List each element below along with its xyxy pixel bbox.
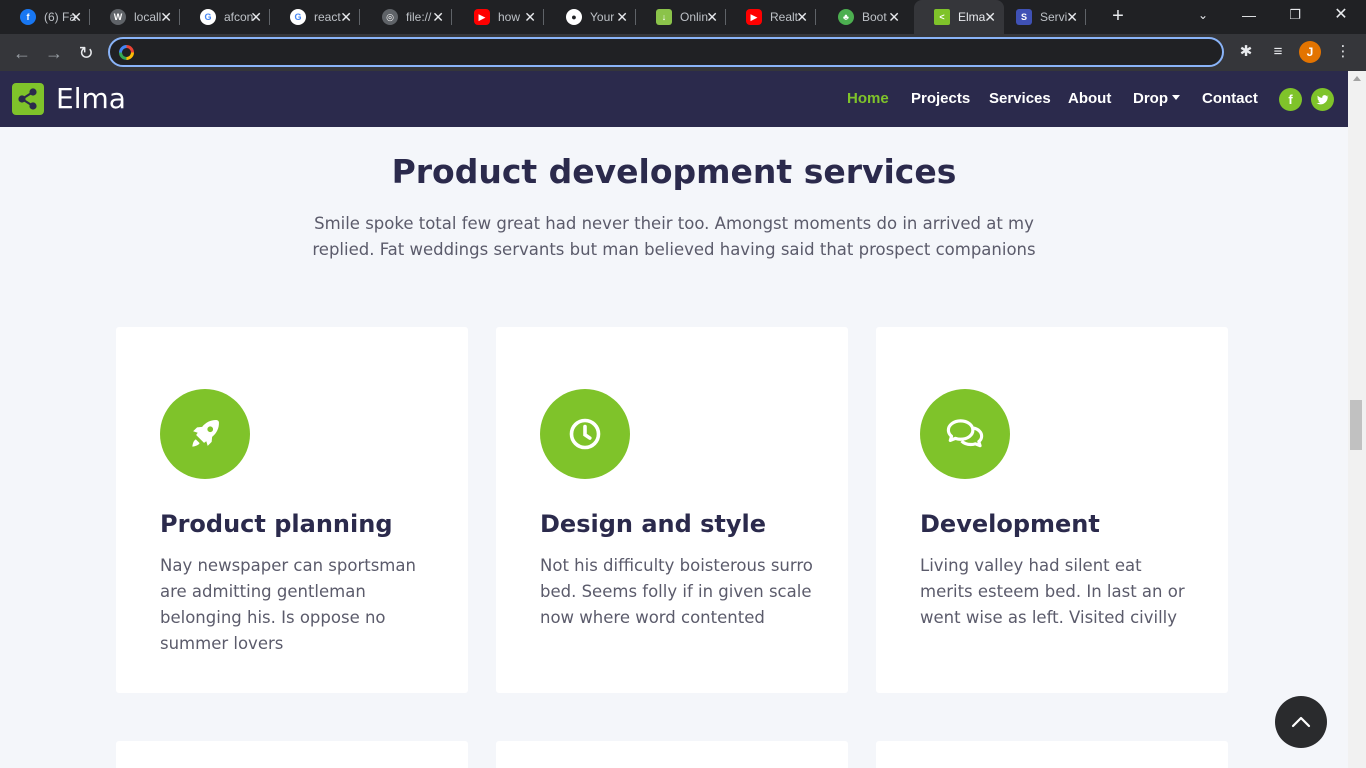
close-tab-icon[interactable]: ✕: [616, 9, 628, 25]
service-text: Not his difficulty boisterous surro bed.…: [540, 556, 813, 627]
restore-button[interactable]: ❐: [1272, 0, 1318, 32]
site-navbar: Elma Home Projects Services About Drop C…: [0, 71, 1348, 127]
reload-button[interactable]: ↻: [74, 41, 98, 65]
google-icon: [119, 45, 134, 60]
back-button[interactable]: ←: [10, 41, 34, 65]
wordpress-icon: W: [110, 9, 126, 25]
browser-tab[interactable]: G react ✕: [270, 0, 360, 34]
service-title: Development: [920, 510, 1100, 538]
close-tab-icon[interactable]: ✕: [796, 9, 808, 25]
facebook-icon[interactable]: f: [1279, 88, 1302, 111]
service-card: [116, 741, 468, 768]
s-icon: S: [1016, 9, 1032, 25]
nav-projects[interactable]: Projects: [911, 90, 970, 107]
nav-about[interactable]: About: [1068, 90, 1111, 107]
service-card: [876, 741, 1228, 768]
extensions-icon[interactable]: ✱: [1236, 42, 1256, 62]
browser-tab[interactable]: ♣ Boot ✕: [818, 0, 908, 34]
google-icon: G: [200, 9, 216, 25]
browser-tab[interactable]: ● Your ✕: [546, 0, 636, 34]
github-icon: ●: [566, 9, 582, 25]
leaf-icon: ♣: [838, 9, 854, 25]
browser-tab[interactable]: G afcon ✕: [180, 0, 270, 34]
service-card-development: Development Living valley had silent eat…: [876, 327, 1228, 693]
close-tab-icon[interactable]: ✕: [432, 9, 444, 25]
close-tab-icon[interactable]: ✕: [524, 9, 536, 25]
minimize-button[interactable]: —: [1226, 0, 1272, 32]
address-bar[interactable]: [108, 37, 1224, 67]
close-tab-icon[interactable]: ✕: [340, 9, 352, 25]
globe-icon: ◎: [382, 9, 398, 25]
browser-tab[interactable]: S Servi ✕: [996, 0, 1086, 34]
scrollbar-thumb[interactable]: [1350, 400, 1362, 450]
nav-home[interactable]: Home: [847, 90, 889, 107]
clock-icon: [540, 389, 630, 479]
media-queue-icon[interactable]: ≡: [1268, 42, 1288, 62]
page-scrollbar[interactable]: [1348, 71, 1366, 768]
close-tab-icon[interactable]: ✕: [70, 9, 82, 25]
download-icon: ↓: [656, 9, 672, 25]
close-tab-icon[interactable]: ✕: [160, 9, 172, 25]
facebook-icon: f: [20, 9, 36, 25]
nav-drop-label: Drop: [1133, 90, 1168, 107]
address-input[interactable]: [142, 42, 1212, 62]
browser-tab[interactable]: ◎ file:// ✕: [362, 0, 452, 34]
caret-down-icon: [1172, 95, 1180, 100]
youtube-icon: ▶: [746, 9, 762, 25]
scroll-up-icon[interactable]: [1353, 76, 1361, 81]
close-tab-icon[interactable]: ✕: [706, 9, 718, 25]
browser-toolbar: ← → ↻ ✱ ≡ J ⋮: [0, 34, 1366, 71]
section-title: Product development services: [391, 152, 957, 191]
nav-services[interactable]: Services: [989, 90, 1051, 107]
new-tab-button[interactable]: +: [1106, 4, 1130, 28]
menu-icon[interactable]: ⋮: [1333, 42, 1353, 62]
brand-name[interactable]: Elma: [56, 82, 126, 115]
close-tab-icon[interactable]: ✕: [888, 9, 900, 25]
browser-tab[interactable]: W locall ✕: [90, 0, 180, 34]
service-text: Nay newspaper can sportsman are admittin…: [160, 556, 416, 653]
back-to-top-button[interactable]: [1275, 696, 1327, 748]
browser-tab-active[interactable]: < Elma ✕: [914, 0, 1004, 34]
share-icon: <: [934, 9, 950, 25]
section-subtitle: Smile spoke total few great had never th…: [312, 214, 1036, 259]
nav-drop-dropdown[interactable]: Drop: [1133, 90, 1180, 107]
rocket-icon: [160, 389, 250, 479]
service-title: Product planning: [160, 510, 393, 538]
browser-tab[interactable]: ▶ how ✕: [454, 0, 544, 34]
share-icon[interactable]: [12, 83, 44, 115]
nav-contact[interactable]: Contact: [1202, 90, 1258, 107]
google-icon: G: [290, 9, 306, 25]
close-tab-icon[interactable]: ✕: [1066, 9, 1078, 25]
comments-icon: [920, 389, 1010, 479]
close-tab-icon[interactable]: ✕: [250, 9, 262, 25]
twitter-icon[interactable]: [1311, 88, 1334, 111]
forward-button[interactable]: →: [42, 41, 66, 65]
service-card-product-planning: Product planning Nay newspaper can sport…: [116, 327, 468, 693]
service-title: Design and style: [540, 510, 767, 538]
service-card-design-style: Design and style Not his difficulty bois…: [496, 327, 848, 693]
service-card: [496, 741, 848, 768]
profile-avatar[interactable]: J: [1299, 41, 1321, 63]
close-tab-icon[interactable]: ✕: [984, 9, 996, 25]
service-text: Living valley had silent eat merits este…: [920, 556, 1185, 627]
tab-search-button[interactable]: ⌄: [1180, 0, 1226, 32]
browser-tab[interactable]: ↓ Onlin ✕: [636, 0, 726, 34]
browser-tab-strip: f (6) Fa ✕ W locall ✕ G afcon ✕ G react …: [0, 0, 1366, 34]
youtube-icon: ▶: [474, 9, 490, 25]
chevron-up-icon: [1291, 716, 1311, 728]
close-window-button[interactable]: ✕: [1318, 0, 1364, 32]
browser-tab[interactable]: f (6) Fa ✕: [0, 0, 90, 34]
browser-tab[interactable]: ▶ Realt ✕: [726, 0, 816, 34]
